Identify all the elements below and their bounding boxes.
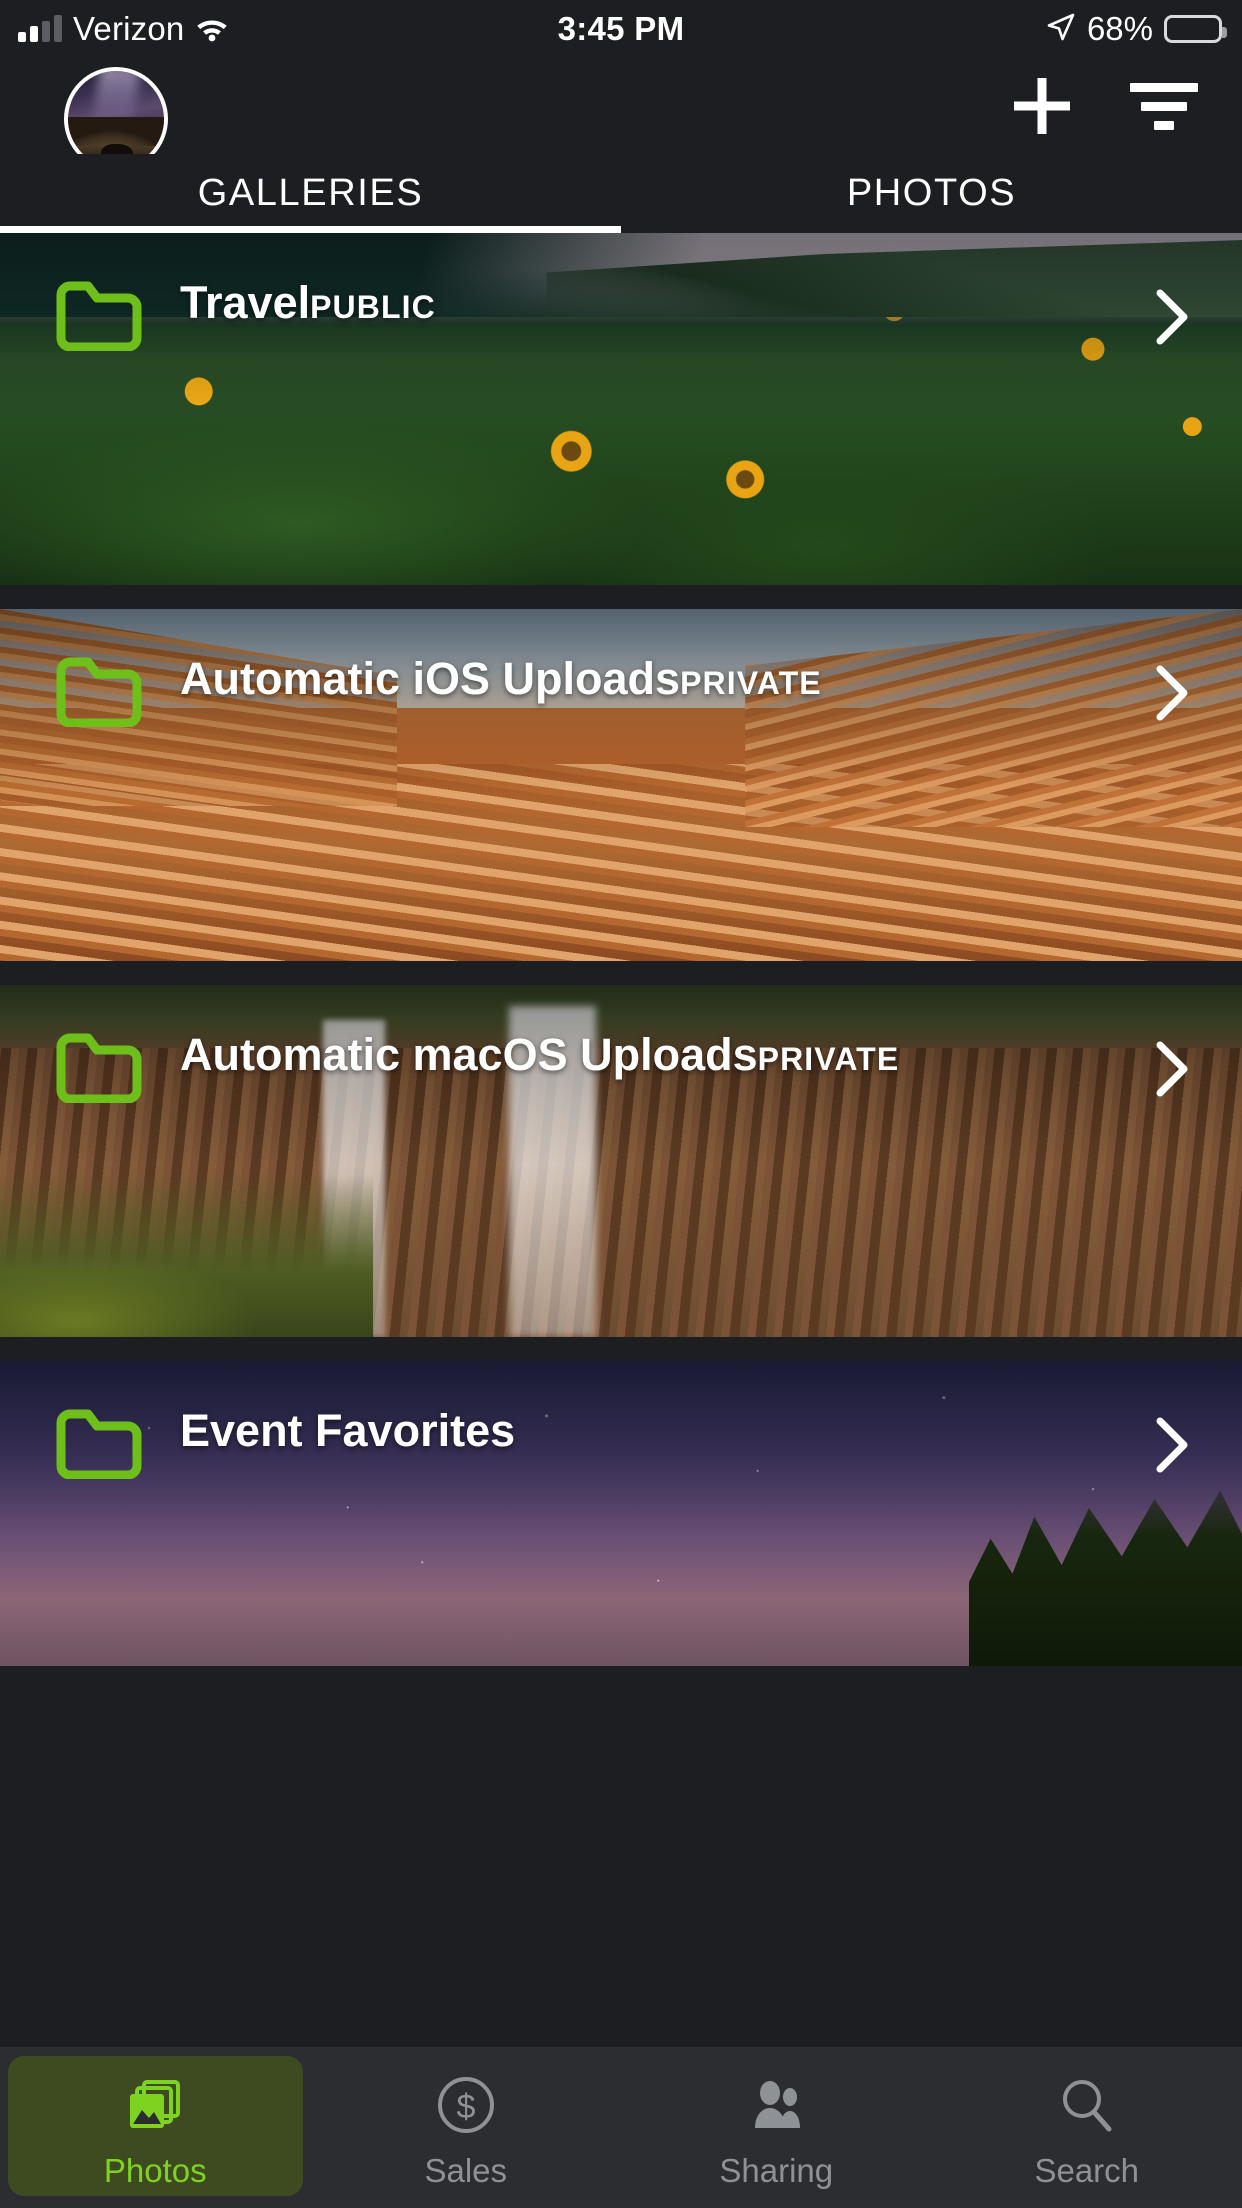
gallery-card-text: TravelPUBLIC (180, 277, 436, 329)
people-icon (738, 2067, 814, 2143)
card-gap (0, 585, 1242, 609)
tab-photos[interactable]: PHOTOS (621, 154, 1242, 232)
nav-actions (982, 58, 1242, 154)
folder-icon (56, 1033, 142, 1103)
gallery-card-header: Automatic iOS UploadsPRIVATE (0, 609, 1242, 759)
gallery-visibility: PUBLIC (310, 289, 436, 325)
gallery-card-header: Event Favorites (0, 1361, 1242, 1511)
card-gap (0, 961, 1242, 985)
gallery-title: Event Favorites (180, 1405, 516, 1456)
battery-percent-label: 68% (1086, 10, 1153, 47)
chevron-right-icon[interactable] (1156, 1417, 1190, 1473)
folder-icon (56, 1409, 142, 1479)
chevron-right-icon[interactable] (1156, 1041, 1190, 1097)
gallery-title: Automatic macOS Uploads (180, 1029, 758, 1080)
bottom-tab-label: Photos (103, 2151, 207, 2189)
bottom-tab-sales[interactable]: $ Sales (311, 2047, 622, 2208)
chevron-right-icon[interactable] (1156, 289, 1190, 345)
status-bar-right: 68% (1046, 10, 1227, 48)
app-screen: Verizon 3:45 PM 68% GALLERIES PHOTOS Tra… (0, 0, 1242, 2208)
gallery-card-header: Automatic macOS UploadsPRIVATE (0, 985, 1242, 1135)
gallery-title: Travel (180, 277, 311, 328)
gallery-card-header: TravelPUBLIC (0, 233, 1242, 383)
bottom-tab-search[interactable]: Search (932, 2047, 1242, 2208)
bottom-tab-label: Sharing (719, 2151, 834, 2189)
dollar-circle-icon: $ (428, 2067, 504, 2143)
gallery-card-text: Automatic iOS UploadsPRIVATE (180, 653, 822, 705)
status-bar: Verizon 3:45 PM 68% (0, 0, 1242, 58)
gallery-card-text: Event Favorites (180, 1405, 515, 1457)
svg-text:$: $ (456, 2088, 475, 2126)
bottom-tab-sharing[interactable]: Sharing (621, 2047, 932, 2208)
photos-stack-icon (117, 2067, 193, 2143)
gallery-visibility: PRIVATE (680, 665, 822, 701)
bottom-tab-label: Search (1034, 2151, 1140, 2189)
tab-galleries[interactable]: GALLERIES (0, 154, 621, 232)
card-gap (0, 1337, 1242, 1361)
bottom-tab-label: Sales (424, 2151, 508, 2189)
folder-icon (56, 281, 142, 351)
location-arrow-icon (1046, 12, 1076, 47)
gallery-card[interactable]: Automatic macOS UploadsPRIVATE (0, 985, 1242, 1337)
top-tabs: GALLERIES PHOTOS (0, 154, 1242, 232)
bottom-tab-photos[interactable]: Photos (0, 2047, 311, 2208)
gallery-card[interactable]: Automatic iOS UploadsPRIVATE (0, 609, 1242, 961)
magnifier-icon (1049, 2067, 1125, 2143)
gallery-card[interactable]: Event Favorites (0, 1361, 1242, 1666)
chevron-right-icon[interactable] (1156, 665, 1190, 721)
gallery-title: Automatic iOS Uploads (180, 653, 681, 704)
battery-icon (1164, 15, 1227, 43)
bottom-tab-bar: Photos $ Sales Sharing Search (0, 2047, 1242, 2208)
gallery-card[interactable]: TravelPUBLIC (0, 233, 1242, 585)
gallery-visibility: PRIVATE (757, 1041, 900, 1077)
nav-bar (0, 58, 1242, 171)
home-indicator-area (0, 2198, 1242, 2208)
tab-active-indicator (0, 226, 621, 233)
folder-icon (56, 657, 142, 727)
plus-icon[interactable] (982, 58, 1102, 154)
filter-sort-icon[interactable] (1102, 58, 1242, 154)
gallery-list[interactable]: TravelPUBLIC Automatic iOS UploadsPRIVATE… (0, 233, 1242, 2047)
gallery-card-text: Automatic macOS UploadsPRIVATE (180, 1029, 899, 1081)
